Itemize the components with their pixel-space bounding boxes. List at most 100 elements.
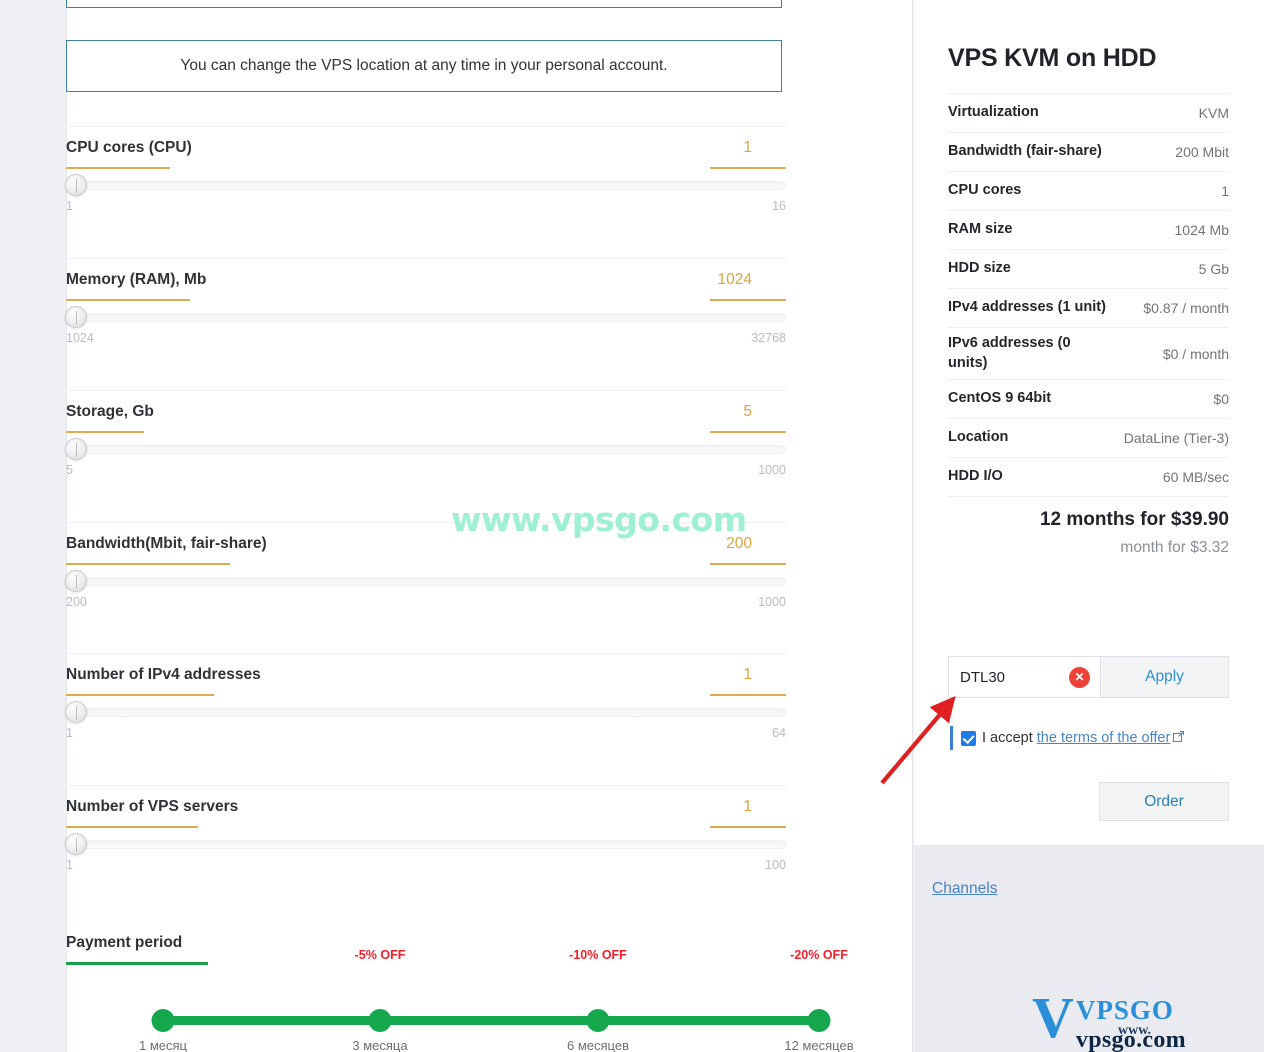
slider-value: 5 bbox=[743, 403, 752, 420]
left-gutter bbox=[0, 0, 66, 1052]
slider-value-underline bbox=[710, 167, 786, 169]
slider-value: 1 bbox=[743, 666, 752, 683]
annotation-arrow-icon bbox=[880, 696, 956, 785]
spec-value: KVM bbox=[1198, 105, 1229, 121]
spec-key: HDD size bbox=[948, 260, 1011, 277]
spec-value: $0.87 / month bbox=[1143, 300, 1229, 316]
spec-table: Virtualization KVM Bandwidth (fair-share) 2… bbox=[948, 93, 1229, 496]
slider-group: CPU cores (CPU) 1 1 16 bbox=[65, 126, 786, 213]
channels-link[interactable]: Channels bbox=[932, 880, 998, 898]
payment-period-stop[interactable] bbox=[807, 1009, 831, 1032]
order-button[interactable]: Order bbox=[1099, 782, 1229, 821]
discount-badge: -20% OFF bbox=[790, 948, 848, 962]
spec-row: HDD I/O 60 MB/sec bbox=[948, 457, 1229, 496]
spec-key: CentOS 9 64bit bbox=[948, 390, 1052, 407]
slider-min: 200 bbox=[66, 595, 87, 609]
slider-label-underline bbox=[66, 826, 198, 828]
slider-min: 1 bbox=[66, 858, 73, 872]
slider-track[interactable] bbox=[66, 445, 786, 454]
slider-range: 5 1000 bbox=[66, 463, 786, 481]
slider-value-underline bbox=[710, 563, 786, 565]
spec-key: HDD I/O bbox=[948, 468, 1003, 485]
spec-key: IPv6 addresses (0 units) bbox=[948, 335, 1071, 371]
spec-key: Virtualization bbox=[948, 104, 1039, 121]
spec-row: Virtualization KVM bbox=[948, 93, 1229, 132]
slider-max: 64 bbox=[772, 726, 786, 740]
payment-period-tick: 12 месяцев bbox=[784, 1038, 854, 1052]
slider-max: 16 bbox=[772, 199, 786, 213]
payment-period-stop[interactable] bbox=[586, 1009, 610, 1032]
spec-key: IPv4 addresses (1 unit) bbox=[948, 299, 1106, 316]
slider-value: 1 bbox=[743, 798, 752, 815]
slider-handle[interactable] bbox=[65, 174, 87, 196]
slider-max: 100 bbox=[765, 858, 786, 872]
slider-track[interactable] bbox=[66, 840, 786, 849]
alert-top-partial bbox=[66, 0, 782, 8]
slider-label-underline bbox=[66, 167, 170, 169]
spec-key: Bandwidth (fair-share) bbox=[948, 143, 1102, 160]
clear-icon[interactable]: ✕ bbox=[1069, 666, 1090, 688]
summary-panel: VPS KVM on HDD Virtualization KVM Bandwidt… bbox=[948, 44, 1229, 557]
slider-label: Number of VPS servers bbox=[66, 798, 239, 815]
slider-max: 32768 bbox=[751, 331, 786, 345]
slider-track[interactable] bbox=[66, 708, 786, 717]
slider-head: Storage, Gb 5 bbox=[66, 391, 786, 435]
slider-handle[interactable] bbox=[65, 833, 87, 855]
accept-terms-row: I accept the terms of the offer bbox=[950, 726, 1240, 750]
spec-value: 60 MB/sec bbox=[1162, 469, 1229, 486]
slider-head: Memory (RAM), Mb 1024 bbox=[66, 259, 786, 303]
slider-value-underline bbox=[710, 299, 786, 301]
payment-period-tick: 6 месяцев bbox=[567, 1038, 629, 1052]
spec-value: $0 bbox=[1213, 391, 1229, 408]
site-watermark-text: www.vpsgo.com bbox=[451, 500, 747, 539]
spec-key: CPU cores bbox=[948, 182, 1022, 199]
spec-value: 5 Gb bbox=[1198, 261, 1229, 277]
slider-label: CPU cores (CPU) bbox=[66, 139, 192, 156]
payment-period-track[interactable] bbox=[163, 1016, 822, 1025]
apply-button[interactable]: Apply bbox=[1101, 657, 1228, 697]
spec-row: Bandwidth (fair-share) 200 Mbit bbox=[948, 132, 1229, 171]
payment-period-stop[interactable] bbox=[368, 1009, 392, 1032]
terms-link[interactable]: the terms of the offer bbox=[1037, 730, 1171, 746]
spec-row: CPU cores 1 bbox=[948, 171, 1229, 210]
summary-title: VPS KVM on HDD bbox=[948, 44, 1157, 72]
payment-period-underline bbox=[66, 962, 208, 965]
payment-period-tick: 3 месяца bbox=[352, 1038, 408, 1052]
discount-badge: -5% OFF bbox=[354, 948, 406, 962]
spec-row: IPv4 addresses (1 unit) $0.87 / month bbox=[948, 288, 1229, 327]
slider-handle[interactable] bbox=[65, 306, 87, 328]
logo-top-text: VPSGO bbox=[1075, 995, 1174, 1025]
payment-period-stop[interactable] bbox=[151, 1009, 175, 1032]
spec-key: Location bbox=[948, 429, 1009, 446]
slider-range: 1024 32768 bbox=[66, 331, 786, 349]
slider-handle[interactable] bbox=[65, 438, 87, 460]
slider-min: 1 bbox=[66, 726, 73, 740]
spec-row: HDD size 5 Gb bbox=[948, 249, 1229, 288]
slider-handle[interactable] bbox=[65, 701, 87, 723]
slider-max: 1000 bbox=[758, 463, 786, 477]
external-link-icon bbox=[1173, 731, 1185, 745]
slider-label: Storage, Gb bbox=[66, 403, 154, 420]
slider-label-underline bbox=[66, 694, 214, 696]
page-root: You can change the VPS location at any t… bbox=[0, 0, 1264, 1052]
slider-track[interactable] bbox=[66, 577, 786, 586]
payment-period-label: Payment period bbox=[66, 934, 183, 951]
slider-label-underline bbox=[66, 299, 190, 301]
slider-value-underline bbox=[710, 694, 786, 696]
spec-row: RAM size 1024 Mb bbox=[948, 210, 1229, 249]
slider-label: Bandwidth(Mbit, fair-share) bbox=[66, 535, 267, 552]
price-per-month: month for $3.32 bbox=[1120, 539, 1229, 557]
slider-handle[interactable] bbox=[65, 570, 87, 592]
slider-head: CPU cores (CPU) 1 bbox=[66, 127, 786, 171]
slider-range: 1 64 bbox=[66, 726, 786, 744]
slider-track[interactable] bbox=[66, 313, 786, 322]
coupon-value: DTL30 bbox=[960, 668, 1006, 686]
spec-row: CentOS 9 64bit $0 bbox=[948, 379, 1229, 418]
spec-value: 1024 Mb bbox=[1174, 222, 1229, 238]
slider-track[interactable] bbox=[66, 181, 786, 190]
slider-group: Number of VPS servers 1 1 100 bbox=[65, 785, 786, 872]
spec-row: IPv6 addresses (0 units) $0 / month bbox=[948, 327, 1229, 379]
slider-range: 1 100 bbox=[66, 858, 786, 876]
vpsgo-logo-watermark: V VPSGO vpsgo.com www. bbox=[1032, 988, 1264, 1052]
slider-min: 5 bbox=[66, 463, 73, 477]
